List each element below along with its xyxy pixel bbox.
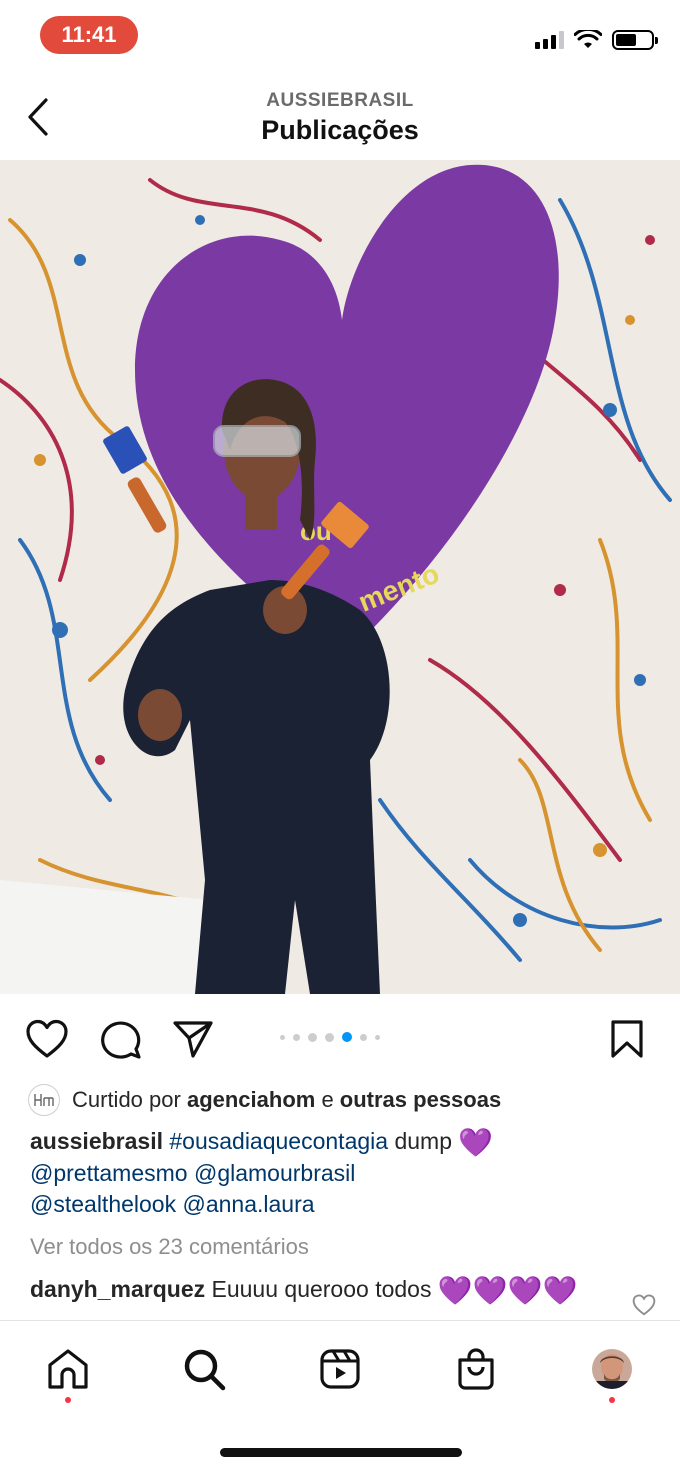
search-icon [184,1349,226,1391]
tab-search[interactable] [178,1343,230,1395]
profile-notification-dot [609,1397,615,1403]
comment-text: Euuuu querooo todos [205,1276,438,1302]
mention-1[interactable]: @prettamesmo [30,1160,188,1186]
caption-text: dump [388,1128,459,1154]
likes-summary[interactable]: Curtido por agenciahom e outras pessoas [72,1087,501,1113]
post-actions [0,1010,680,1066]
tab-profile[interactable] [586,1343,638,1395]
battery-icon [612,30,658,50]
comment-like-button[interactable] [632,1294,656,1318]
caption-hashtag[interactable]: #ousadiaquecontagia [169,1128,388,1154]
likes-connector: e [315,1087,340,1112]
heart-icon [26,1019,68,1058]
caption-user[interactable]: aussiebrasil [30,1128,163,1154]
share-icon [173,1021,213,1058]
mention-3[interactable]: @stealthelook [30,1191,176,1217]
like-button[interactable] [24,1016,70,1062]
likes-others[interactable]: outras pessoas [340,1087,501,1112]
home-notification-dot [65,1397,71,1403]
likes-row: Curtido por agenciahom e outras pessoas [28,1082,660,1118]
comment-emojis: 💜💜💜💜 [437,1275,578,1306]
tab-reels[interactable] [314,1343,366,1395]
mention-4[interactable]: @anna.laura [183,1191,315,1217]
view-all-comments-link[interactable]: Ver todos os 23 comentários [30,1234,309,1260]
carousel-indicator [280,1032,380,1042]
post-image[interactable]: ou mento [0,160,680,994]
reels-icon [320,1349,360,1389]
share-button[interactable] [170,1016,216,1062]
likes-user[interactable]: agenciahom [187,1087,315,1112]
nav-header: AUSSIEBRASIL Publicações [0,80,680,160]
bookmark-icon [611,1020,643,1058]
page-title: Publicações [261,115,419,145]
profile-avatar [592,1349,632,1389]
likes-prefix: Curtido por [72,1087,187,1112]
caption-emoji: 💜 [458,1127,494,1158]
home-indicator [220,1448,462,1457]
post-caption: aussiebrasil #ousadiaquecontagia dump 💜 … [30,1126,630,1220]
shop-icon [458,1348,494,1390]
agency-logo-icon [34,1094,54,1106]
status-time: 11:41 [40,16,138,54]
tab-home[interactable] [42,1343,94,1395]
comment-icon [101,1021,141,1059]
status-bar: 11:41 [0,0,680,72]
tab-shop[interactable] [450,1343,502,1395]
top-comment: danyh_marquez Euuuu querooo todos 💜💜💜💜 [30,1272,630,1320]
status-icons [535,30,658,50]
save-button[interactable] [604,1016,650,1062]
comment-button[interactable] [98,1016,144,1062]
liker-avatar[interactable] [28,1084,60,1116]
header-username[interactable]: AUSSIEBRASIL [0,90,680,112]
signal-icon [535,31,564,49]
heart-icon [632,1294,656,1316]
comment-user[interactable]: danyh_marquez [30,1276,205,1302]
mention-2[interactable]: @glamourbrasil [194,1160,355,1186]
home-icon [48,1349,88,1389]
wifi-icon [574,30,602,48]
